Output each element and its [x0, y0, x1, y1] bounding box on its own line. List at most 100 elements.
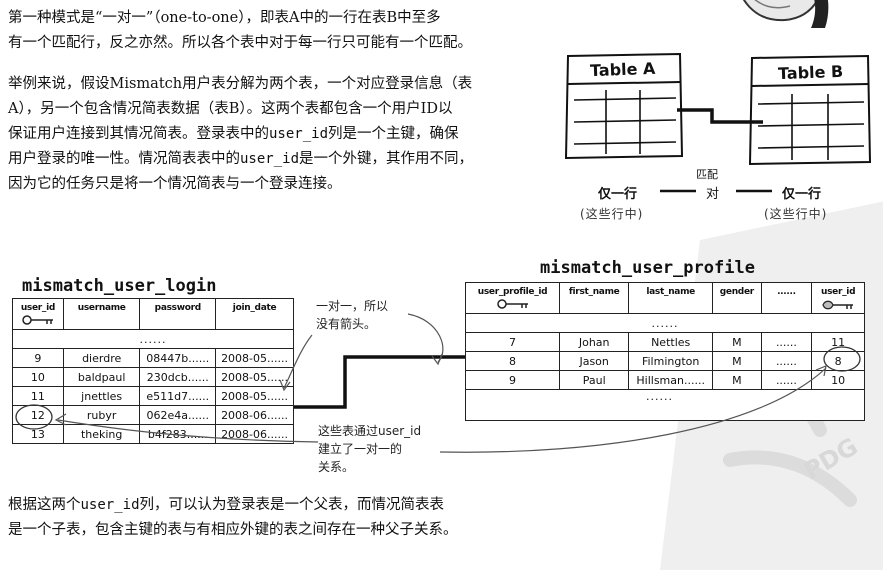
column-header: user_id	[12, 298, 64, 330]
cell: 062e4a......	[139, 405, 217, 425]
table-row: 13 theking b4f283...... 2008-06......	[12, 424, 294, 444]
cell: 9	[464, 370, 561, 390]
cell: 08447b......	[139, 348, 217, 368]
example-line: A），另一个包含情况简表数据（表B）。这两个表都包含一个用户ID以	[8, 101, 453, 117]
cell: 8	[464, 351, 561, 371]
table-b-label: Table B	[777, 61, 844, 84]
middle-caption: 对	[706, 187, 720, 202]
example-line: 因为它的任务只是将一个情况简表与一个登录连接。	[8, 176, 342, 192]
example-line: 用户登录的唯一性。情况简表表中的user_id是一个外键，其作用不同，	[8, 151, 474, 167]
cell: Filmington	[628, 351, 714, 371]
right-subcaption: (这些行中)	[764, 207, 828, 221]
cell: e511d7......	[139, 386, 217, 406]
column-header: user_profile_id	[464, 282, 561, 314]
table-gap-row: ......	[12, 329, 294, 349]
column-header: user_id	[811, 282, 865, 314]
cell: jnettles	[62, 386, 141, 406]
table-row: 10 baldpaul 230dcb...... 2008-05......	[12, 367, 294, 387]
example-line: 举例来说，假设Mismatch用户表分解为两个表，一个对应登录信息（表	[8, 76, 473, 92]
left-subcaption: (这些行中)	[580, 207, 644, 221]
foreign-key-icon	[822, 300, 854, 310]
intro-line: 第一种模式是“一对一”（one-to-one），即表A中的一行在表B中至多	[8, 10, 441, 26]
cell: ......	[760, 370, 813, 390]
gap-ellipsis: ......	[465, 389, 865, 421]
table-row-highlighted: 7 Johan Nettles M ...... 11	[464, 332, 865, 352]
match-label: 匹配	[696, 168, 718, 181]
cell: Jason	[559, 351, 630, 371]
relationship-connector	[294, 355, 465, 409]
cell: 2008-05......	[215, 348, 294, 368]
gap-ellipsis: ......	[12, 329, 294, 349]
cell: ......	[760, 332, 813, 352]
cell: 10	[12, 367, 64, 387]
cell: 9	[12, 348, 64, 368]
cell: 7	[464, 332, 561, 352]
one-to-one-diagram: Table A Table B 匹配 仅一行 对 仅一行 (这些行中) (这些行…	[560, 50, 880, 230]
cell: 230dcb......	[139, 367, 217, 387]
table-row: 8 Jason Filmington M ...... 8	[464, 351, 865, 371]
cell: 2008-05......	[215, 367, 294, 387]
cell: dierdre	[62, 348, 141, 368]
cell: 2008-06......	[215, 424, 294, 444]
cell: 2008-06......	[215, 405, 294, 425]
cell: 12	[12, 405, 64, 425]
note-no-arrows: 一对一，所以 没有箭头。	[316, 299, 389, 331]
intro-paragraph: 第一种模式是“一对一”（one-to-one），即表A中的一行在表B中至多 有一…	[8, 6, 472, 56]
cell: Johan	[559, 332, 630, 352]
cell: M	[712, 351, 762, 371]
left-caption: 仅一行	[598, 187, 638, 202]
annotation-arrow	[407, 313, 444, 363]
table-header-row: user_profile_id first_name last_name gen…	[464, 282, 865, 314]
table-gap-row: ......	[465, 313, 865, 333]
column-header: last_name	[628, 282, 714, 314]
cell: 13	[12, 424, 64, 444]
column-header: ......	[760, 282, 813, 314]
cell: M	[712, 370, 762, 390]
column-header: username	[62, 298, 141, 330]
code-user-id: user_id	[269, 126, 329, 142]
table-gap-row: ......	[465, 389, 865, 421]
cell: M	[712, 332, 762, 352]
cell: 10	[811, 370, 865, 390]
table-row: 12 rubyr 062e4a...... 2008-06......	[12, 405, 294, 425]
conclusion-paragraph: 根据这两个user_id列，可以认为登录表是一个父表，而情况简表表 是一个子表，…	[8, 493, 458, 543]
cell: rubyr	[62, 405, 141, 425]
conclusion-line: 是一个子表，包含主键的表与有相应外键的表之间存在一种父子关系。	[8, 522, 458, 538]
code-user-id: user_id	[240, 151, 300, 167]
cell: 11	[811, 332, 865, 352]
cell: baldpaul	[62, 367, 141, 387]
table-header-row: user_id username password join_date	[12, 298, 294, 330]
intro-line: 有一个匹配行，反之亦然。所以各个表中对于每一行只可能有一个匹配。	[8, 35, 472, 51]
right-caption: 仅一行	[782, 187, 822, 202]
column-header: join_date	[215, 298, 294, 330]
cell: Nettles	[628, 332, 714, 352]
cartoon-figure-illustration	[743, 0, 829, 28]
cell: b4f283......	[139, 424, 217, 444]
column-header: gender	[712, 282, 762, 314]
code-user-id: user_id	[80, 497, 140, 513]
cell: Paul	[559, 370, 630, 390]
profile-table-title: mismatch_user_profile	[540, 258, 755, 278]
cell: theking	[62, 424, 141, 444]
table-row: 9 dierdre 08447b...... 2008-05......	[12, 348, 294, 368]
column-header: first_name	[559, 282, 630, 314]
example-paragraph: 举例来说，假设Mismatch用户表分解为两个表，一个对应登录信息（表 A），另…	[8, 72, 473, 197]
table-row-highlighted: 11 jnettles e511d7...... 2008-05......	[12, 386, 294, 406]
conclusion-line: 根据这两个user_id列，可以认为登录表是一个父表，而情况简表表	[8, 497, 445, 513]
cell: 11	[12, 386, 64, 406]
login-table-title: mismatch_user_login	[22, 276, 217, 296]
cell: Hillsman......	[628, 370, 714, 390]
note-connect: 这些表通过user_id 建立了一对一的 关系。	[318, 424, 422, 474]
table-row: 9 Paul Hillsman...... M ...... 10	[464, 370, 865, 390]
login-table: user_id username password join_date ....…	[12, 298, 294, 444]
cell: 2008-05......	[215, 386, 294, 406]
gap-ellipsis: ......	[465, 313, 865, 333]
primary-key-icon	[496, 299, 528, 309]
table-a-label: Table A	[589, 58, 656, 81]
cell: ......	[760, 351, 813, 371]
primary-key-icon	[22, 315, 53, 325]
example-line: 保证用户连接到其情况简表。登录表中的user_id列是一个主键，确保	[8, 126, 459, 142]
cell: 8	[811, 351, 865, 371]
column-header: password	[139, 298, 217, 330]
profile-table: user_profile_id first_name last_name gen…	[464, 282, 865, 421]
